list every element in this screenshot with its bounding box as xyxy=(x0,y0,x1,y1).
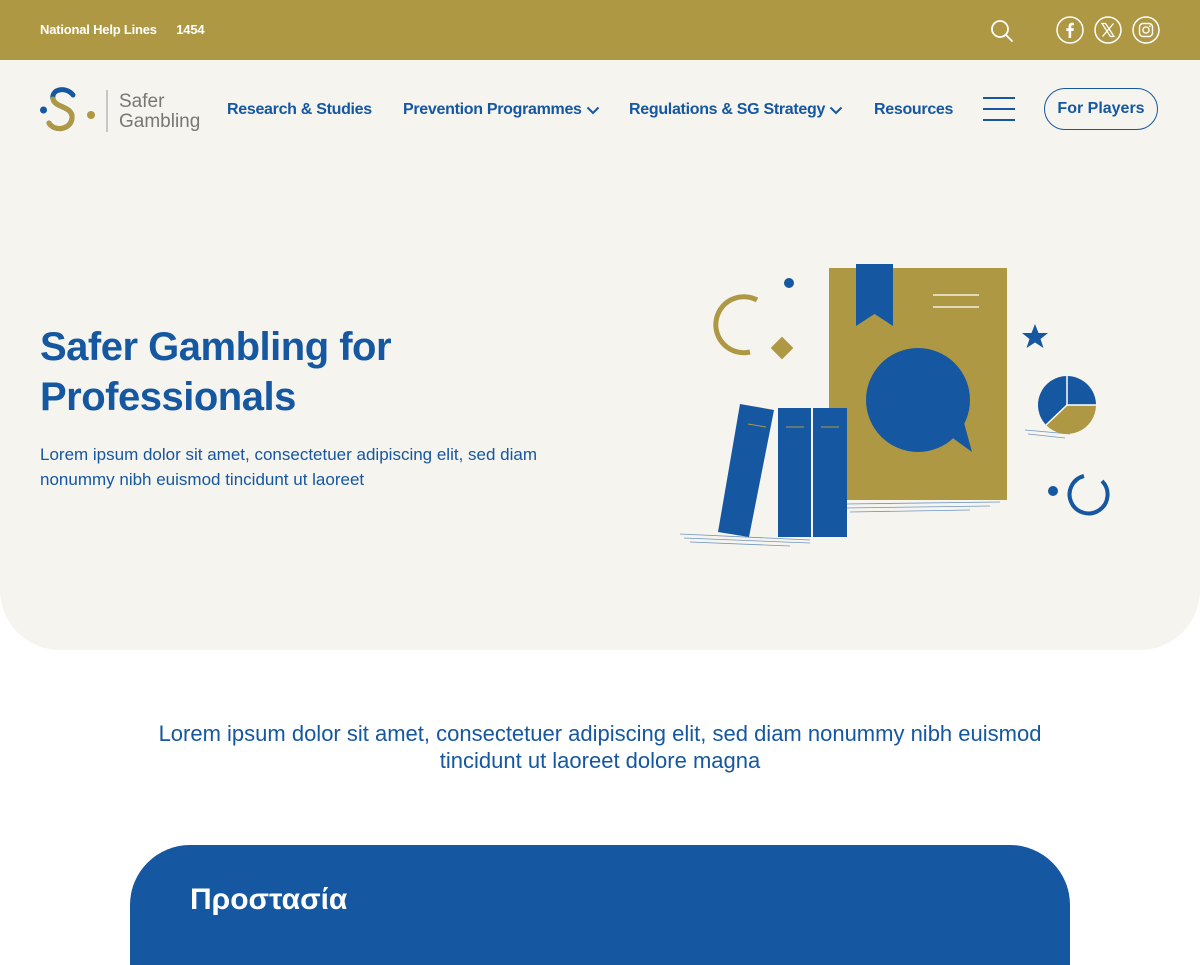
x-twitter-icon[interactable] xyxy=(1094,16,1122,44)
card-title: Προστασία xyxy=(190,883,348,916)
hero-title: Safer Gambling for Professionals xyxy=(40,325,392,419)
nav-label: Research & Studies xyxy=(227,101,372,118)
logo-text-line1: Safer xyxy=(119,91,165,112)
hamburger-menu-icon[interactable] xyxy=(983,96,1015,122)
feature-card: Προστασία xyxy=(130,845,1070,965)
nav-resources[interactable]: Resources xyxy=(874,101,953,119)
search-icon[interactable] xyxy=(990,19,1014,43)
helpline-label: National Help Lines xyxy=(40,22,157,37)
nav-label: Resources xyxy=(874,101,954,118)
for-players-button[interactable]: For Players xyxy=(1044,88,1158,130)
helpline[interactable]: National Help Lines 1454 xyxy=(40,22,205,37)
nav-research-studies[interactable]: Research & Studies xyxy=(227,101,372,119)
nav-label: Prevention Programmes xyxy=(403,101,582,118)
facebook-icon[interactable] xyxy=(1056,16,1084,44)
helpline-number[interactable]: 1454 xyxy=(176,22,204,37)
chevron-down-icon xyxy=(829,106,843,115)
logo-text[interactable]: Safer Gambling xyxy=(119,92,200,132)
nav-regulations-strategy[interactable]: Regulations & SG Strategy xyxy=(629,101,843,119)
nav-prevention-programmes[interactable]: Prevention Programmes xyxy=(403,101,600,119)
instagram-icon[interactable] xyxy=(1132,16,1160,44)
hero-illustration xyxy=(679,264,1110,547)
logo-text-line2: Gambling xyxy=(119,111,201,132)
nav-label: Regulations & SG Strategy xyxy=(629,101,826,118)
intro-text: Lorem ipsum dolor sit amet, consectetuer… xyxy=(158,721,1042,773)
hero-subtitle: Lorem ipsum dolor sit amet, consectetuer… xyxy=(40,445,538,489)
chevron-down-icon xyxy=(586,106,599,115)
